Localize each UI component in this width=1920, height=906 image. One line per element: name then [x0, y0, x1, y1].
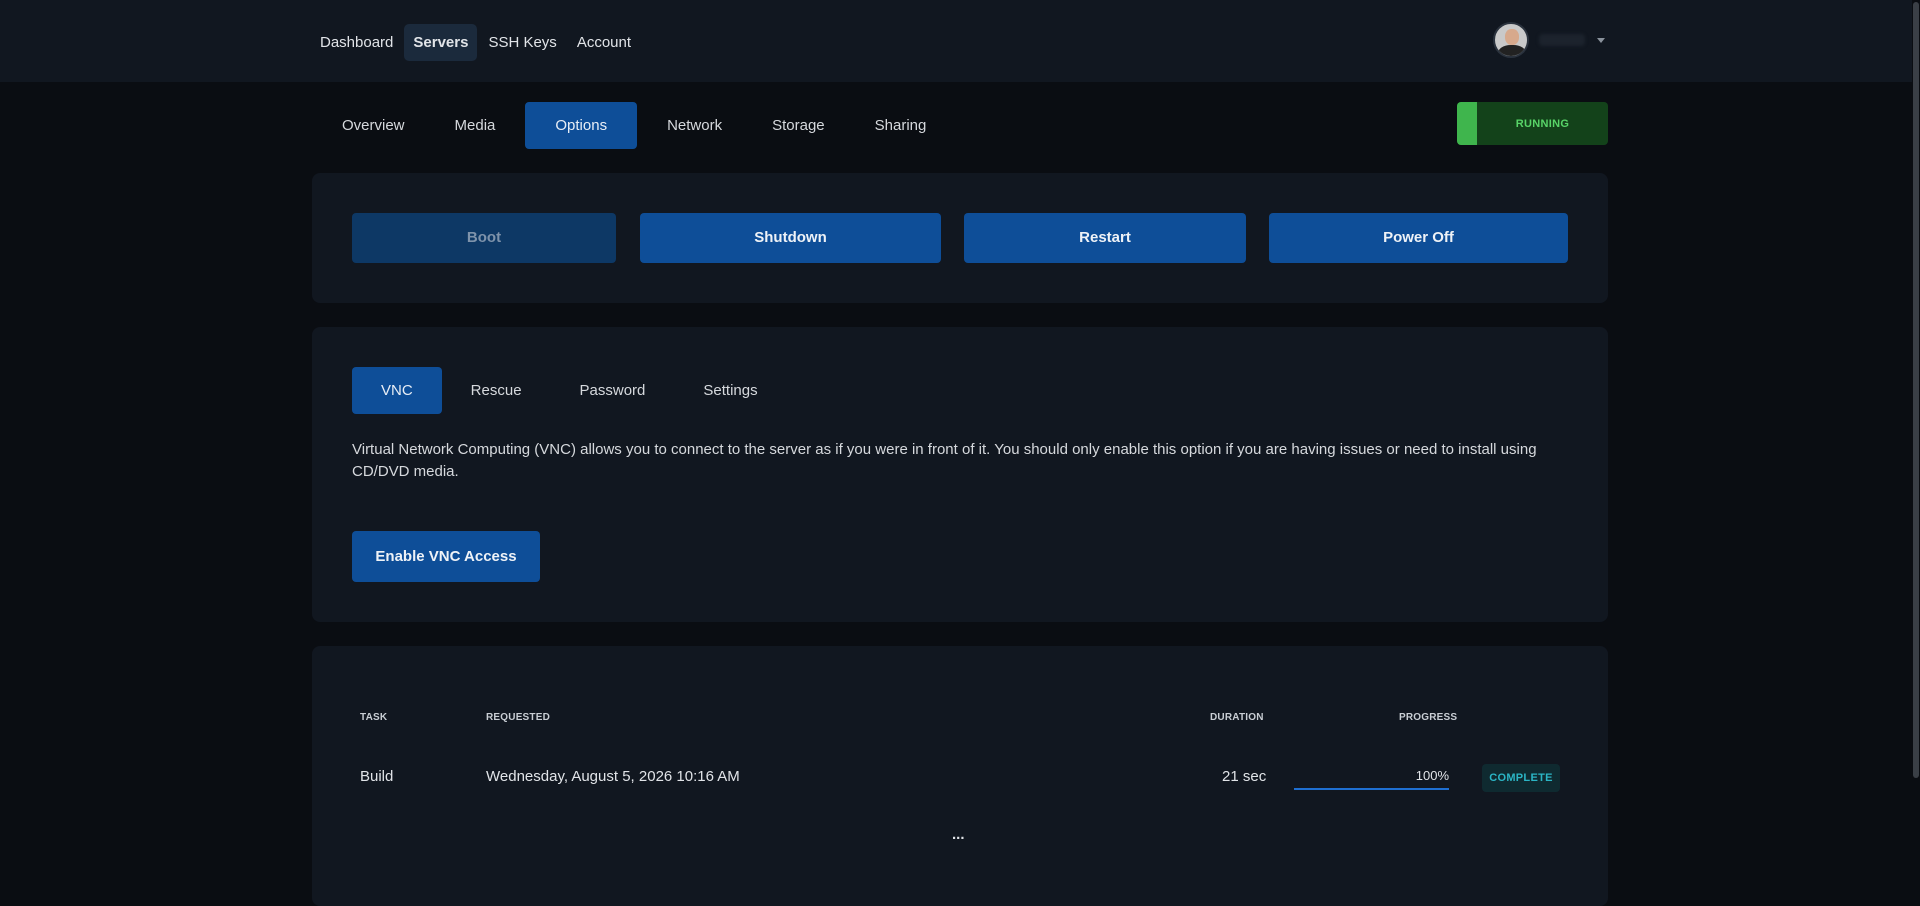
boot-button[interactable]: Boot	[352, 213, 616, 263]
task-name: Build	[360, 768, 394, 785]
shutdown-button[interactable]: Shutdown	[640, 213, 941, 263]
chevron-down-icon[interactable]	[1597, 37, 1605, 43]
tab-rescue[interactable]: Rescue	[442, 367, 551, 414]
nav-dashboard[interactable]: Dashboard	[311, 24, 402, 61]
avatar-body	[1498, 45, 1526, 56]
task-duration: 21 sec	[1222, 768, 1267, 785]
power-off-button[interactable]: Power Off	[1269, 213, 1568, 263]
status-badge: RUNNING	[1457, 102, 1608, 145]
column-header-duration: DURATION	[1210, 712, 1264, 723]
progress-bar: 100%	[1294, 766, 1449, 790]
avatar[interactable]	[1493, 22, 1529, 58]
tab-password[interactable]: Password	[551, 367, 675, 414]
avatar-face	[1505, 29, 1519, 45]
user-name-redacted	[1539, 34, 1585, 46]
tab-overview[interactable]: Overview	[322, 102, 435, 149]
top-navbar: Dashboard Servers SSH Keys Account	[0, 0, 1920, 82]
server-subtabs: Overview Media Options Network Storage S…	[322, 102, 956, 149]
task-requested: Wednesday, August 5, 2026 10:16 AM	[486, 768, 740, 785]
more-tasks-button[interactable]: ...	[952, 826, 965, 843]
main-nav: Dashboard Servers SSH Keys Account	[311, 24, 640, 61]
nav-servers[interactable]: Servers	[404, 24, 478, 61]
column-header-requested: REQUESTED	[486, 712, 551, 723]
nav-account[interactable]: Account	[568, 24, 640, 61]
tab-sharing[interactable]: Sharing	[855, 102, 957, 149]
user-menu[interactable]	[1493, 22, 1605, 58]
tasks-panel: TASK REQUESTED DURATION PROGRESS Build W…	[312, 646, 1608, 906]
vnc-description: Virtual Network Computing (VNC) allows y…	[352, 441, 1537, 480]
progress-text: 100%	[1415, 768, 1449, 783]
restart-button[interactable]: Restart	[964, 213, 1246, 263]
enable-vnc-button[interactable]: Enable VNC Access	[352, 531, 540, 582]
nav-ssh-keys[interactable]: SSH Keys	[479, 24, 565, 61]
tab-network[interactable]: Network	[647, 102, 752, 149]
status-indicator-bar	[1457, 102, 1477, 145]
status-label: RUNNING	[1515, 117, 1570, 130]
vnc-panel: VNC Rescue Password Settings Virtual Net…	[312, 327, 1608, 622]
tab-media[interactable]: Media	[435, 102, 526, 149]
tab-vnc[interactable]: VNC	[352, 367, 442, 414]
column-header-progress: PROGRESS	[1399, 712, 1458, 723]
tab-options[interactable]: Options	[525, 102, 638, 149]
options-tabs: VNC Rescue Password Settings	[352, 367, 787, 414]
scrollbar-thumb[interactable]	[1913, 2, 1919, 778]
task-status-badge: COMPLETE	[1482, 764, 1560, 792]
tab-storage[interactable]: Storage	[752, 102, 855, 149]
tab-settings[interactable]: Settings	[674, 367, 786, 414]
power-panel: Boot Shutdown Restart Power Off	[312, 173, 1608, 303]
progress-fill	[1294, 788, 1449, 790]
column-header-task: TASK	[360, 712, 388, 723]
